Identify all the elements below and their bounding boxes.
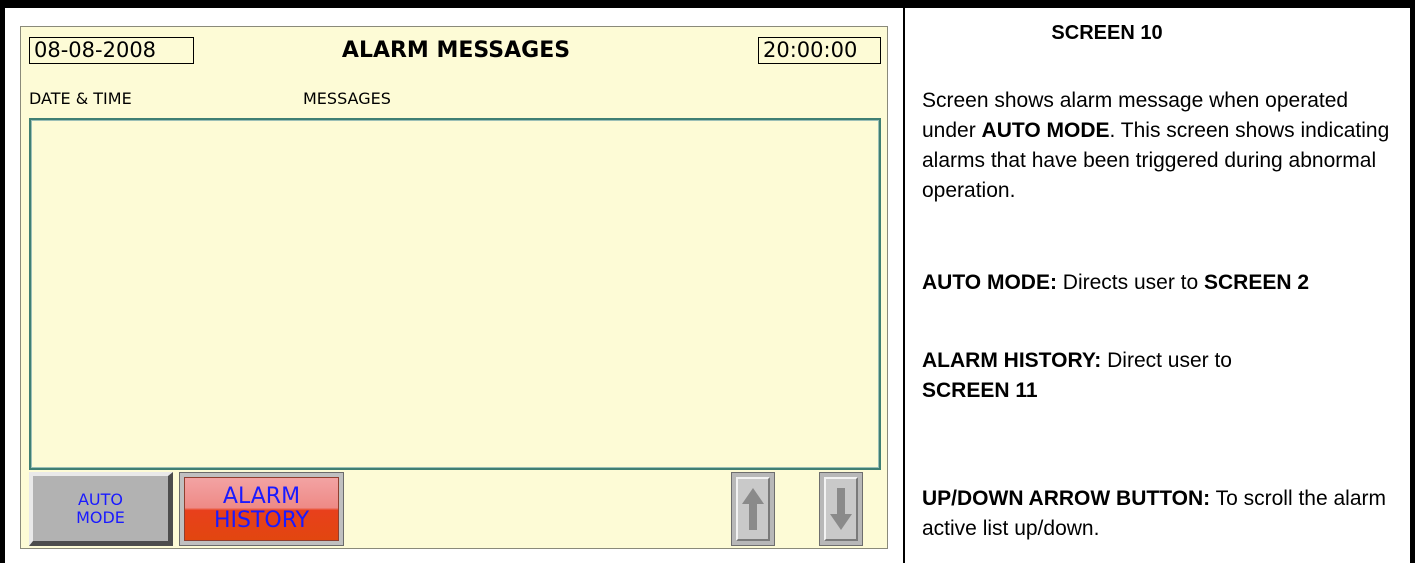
column-header-date-time: DATE & TIME [29, 89, 132, 108]
alarm-message-list[interactable] [29, 118, 881, 470]
frame-top-border [0, 0, 1415, 8]
frame-divider [903, 0, 905, 563]
scroll-down-button[interactable] [819, 472, 863, 546]
screen-title: ALARM MESSAGES [341, 38, 571, 63]
desc-bold-text: AUTO MODE [981, 119, 1110, 142]
scroll-up-button-face[interactable] [736, 477, 770, 541]
frame-left-border [0, 0, 5, 563]
auto-mode-description: AUTO MODE: Directs user to SCREEN 2 [922, 268, 1407, 298]
auto-mode-label-line2: MODE [76, 507, 125, 527]
scroll-down-button-face[interactable] [824, 477, 858, 541]
desc-bold-text: AUTO MODE: [922, 271, 1057, 294]
alarm-history-button-face[interactable]: ALARM HISTORY [184, 477, 339, 541]
alarm-history-button-label: ALARM HISTORY [214, 485, 309, 533]
arrow-up-icon [742, 488, 764, 530]
hmi-panel: 08-08-2008 ALARM MESSAGES 20:00:00 DATE … [20, 26, 888, 549]
desc-bold-text: SCREEN 2 [1204, 271, 1310, 294]
auto-mode-button[interactable]: AUTO MODE [29, 472, 173, 546]
auto-mode-label-line1: AUTO [77, 489, 123, 509]
desc-bold-text: UP/DOWN ARROW BUTTON: [922, 487, 1211, 510]
alarm-history-description: ALARM HISTORY: Direct user to SCREEN 11 [922, 346, 1392, 406]
alarm-history-label-line2: HISTORY [213, 508, 310, 533]
desc-text: Direct user to [1101, 349, 1232, 372]
frame-right-border [1410, 0, 1415, 563]
time-display: 20:00:00 [758, 37, 881, 64]
desc-bold-text: SCREEN 11 [922, 379, 1038, 402]
screen-number-label: SCREEN 10 [1051, 22, 1163, 44]
desc-bold-text: ALARM HISTORY: [922, 349, 1102, 372]
alarm-history-label-line1: ALARM [222, 484, 301, 509]
arrow-down-icon [830, 488, 852, 530]
scroll-up-button[interactable] [731, 472, 775, 546]
column-header-messages: MESSAGES [303, 89, 391, 108]
desc-text: Directs user to [1056, 271, 1204, 294]
auto-mode-button-label: AUTO MODE [76, 489, 125, 527]
date-display: 08-08-2008 [29, 37, 194, 64]
description-paragraph: Screen shows alarm message when operated… [922, 86, 1392, 206]
arrow-button-description: UP/DOWN ARROW BUTTON: To scroll the alar… [922, 484, 1407, 544]
alarm-history-button[interactable]: ALARM HISTORY [179, 472, 344, 546]
